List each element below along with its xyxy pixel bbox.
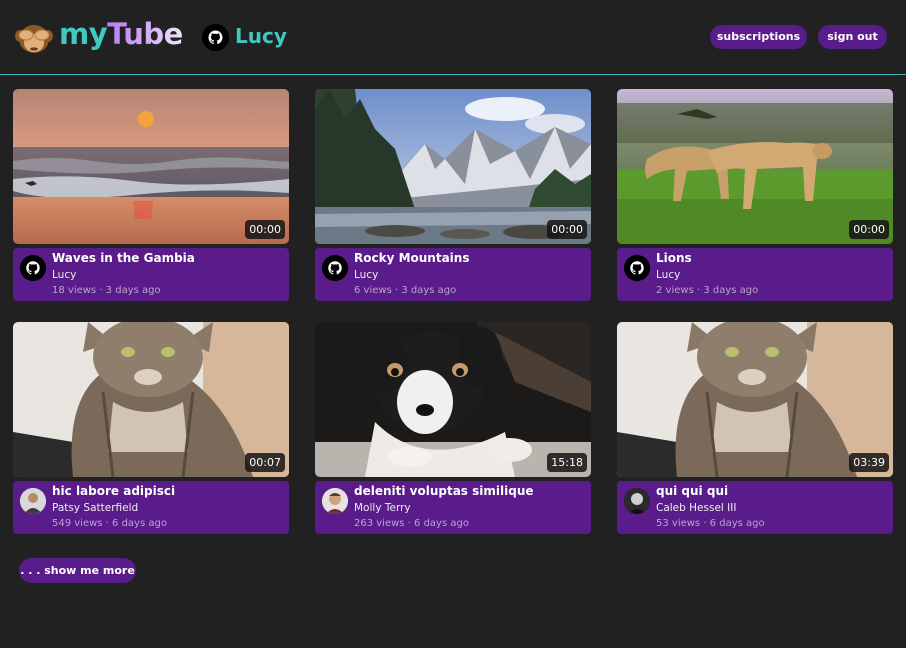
top-bar: myTube Lucy subscriptions sign out [0,0,906,75]
video-title[interactable]: hic labore adipisci [52,484,175,498]
video-info-panel: deleniti voluptas similique Molly Terry … [315,481,591,534]
video-title[interactable]: Rocky Mountains [354,251,469,265]
video-thumbnail[interactable]: 15:18 [315,322,591,477]
github-icon [202,24,229,51]
video-meta: 549 views · 6 days ago [52,518,167,529]
channel-name[interactable]: Molly Terry [354,502,411,514]
github-icon[interactable] [20,255,46,281]
video-info-panel: Lions Lucy 2 views · 3 days ago [617,248,893,301]
logo-tube-text: Tube [107,17,183,51]
logo-my-text: my [59,17,108,51]
video-duration: 00:00 [547,220,587,239]
channel-name[interactable]: Lucy [354,269,378,281]
video-card[interactable]: 00:00 Waves in the Gambia Lucy 18 views … [13,89,289,301]
video-card[interactable]: 00:07 hic labore adipisci Patsy Satterfi… [13,322,289,534]
video-thumbnail[interactable]: 00:07 [13,322,289,477]
channel-name[interactable]: Caleb Hessel III [656,502,736,514]
video-duration: 15:18 [547,453,587,472]
video-meta: 18 views · 3 days ago [52,285,161,296]
video-thumbnail[interactable]: 03:39 [617,322,893,477]
subscriptions-button[interactable]: subscriptions [710,25,807,49]
video-thumbnail[interactable]: 00:00 [315,89,591,244]
person-avatar[interactable] [624,488,650,514]
video-meta: 2 views · 3 days ago [656,285,759,296]
video-duration: 00:00 [245,220,285,239]
video-card[interactable]: 15:18 deleniti voluptas similique Molly … [315,322,591,534]
channel-name[interactable]: Lucy [656,269,680,281]
video-title[interactable]: deleniti voluptas similique [354,484,534,498]
github-icon[interactable] [322,255,348,281]
video-title[interactable]: Waves in the Gambia [52,251,195,265]
video-info-panel: Rocky Mountains Lucy 6 views · 3 days ag… [315,248,591,301]
video-card[interactable]: 00:00 Lions Lucy 2 views · 3 days ago [617,89,893,301]
channel-name[interactable]: Lucy [52,269,76,281]
video-duration: 00:00 [849,220,889,239]
video-info-panel: Waves in the Gambia Lucy 18 views · 3 da… [13,248,289,301]
video-title[interactable]: qui qui qui [656,484,728,498]
github-icon[interactable] [624,255,650,281]
app-logo[interactable]: myTube [59,17,183,51]
video-info-panel: qui qui qui Caleb Hessel III 53 views · … [617,481,893,534]
video-info-panel: hic labore adipisci Patsy Satterfield 54… [13,481,289,534]
show-more-button[interactable]: . . . show me more [19,558,136,583]
video-duration: 00:07 [245,453,285,472]
video-card[interactable]: 03:39 qui qui qui Caleb Hessel III 53 vi… [617,322,893,534]
video-thumbnail[interactable]: 00:00 [13,89,289,244]
channel-name[interactable]: Patsy Satterfield [52,502,138,514]
person-avatar[interactable] [20,488,46,514]
video-meta: 263 views · 6 days ago [354,518,469,529]
video-meta: 6 views · 3 days ago [354,285,457,296]
current-user-name[interactable]: Lucy [235,24,287,48]
video-thumbnail[interactable]: 00:00 [617,89,893,244]
see-no-evil-monkey-icon [15,25,53,53]
video-title[interactable]: Lions [656,251,692,265]
person-avatar[interactable] [322,488,348,514]
video-duration: 03:39 [849,453,889,472]
video-meta: 53 views · 6 days ago [656,518,765,529]
sign-out-button[interactable]: sign out [818,25,887,49]
video-card[interactable]: 00:00 Rocky Mountains Lucy 6 views · 3 d… [315,89,591,301]
